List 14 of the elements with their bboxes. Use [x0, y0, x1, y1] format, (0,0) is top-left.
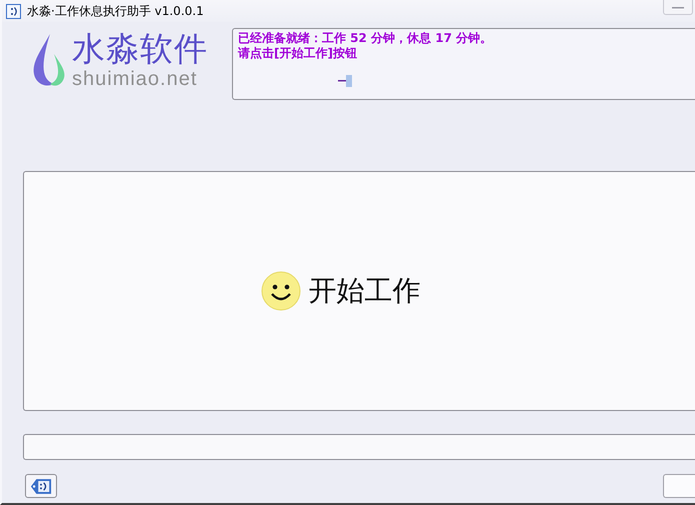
minimize-icon [672, 6, 684, 8]
message-line: 已经准备就绪：工作 52 分钟，休息 17 分钟。 [238, 31, 494, 46]
smiley-icon [260, 271, 300, 311]
minimize-button[interactable] [663, 0, 693, 15]
window-title: 水淼·工作休息执行助手 v1.0.0.1 [27, 2, 204, 20]
app-icon [6, 4, 21, 18]
tag-icon [30, 478, 52, 494]
message-line: 请点击[开始工作]按钮 [238, 46, 358, 61]
text-cursor-icon [338, 75, 352, 87]
tag-button[interactable] [25, 474, 57, 498]
logo-website: shuimiao.net [72, 68, 198, 90]
side-button[interactable] [663, 474, 695, 498]
start-work-button[interactable]: 开始工作 [23, 171, 695, 411]
logo-name: 水淼软件 [72, 30, 208, 68]
